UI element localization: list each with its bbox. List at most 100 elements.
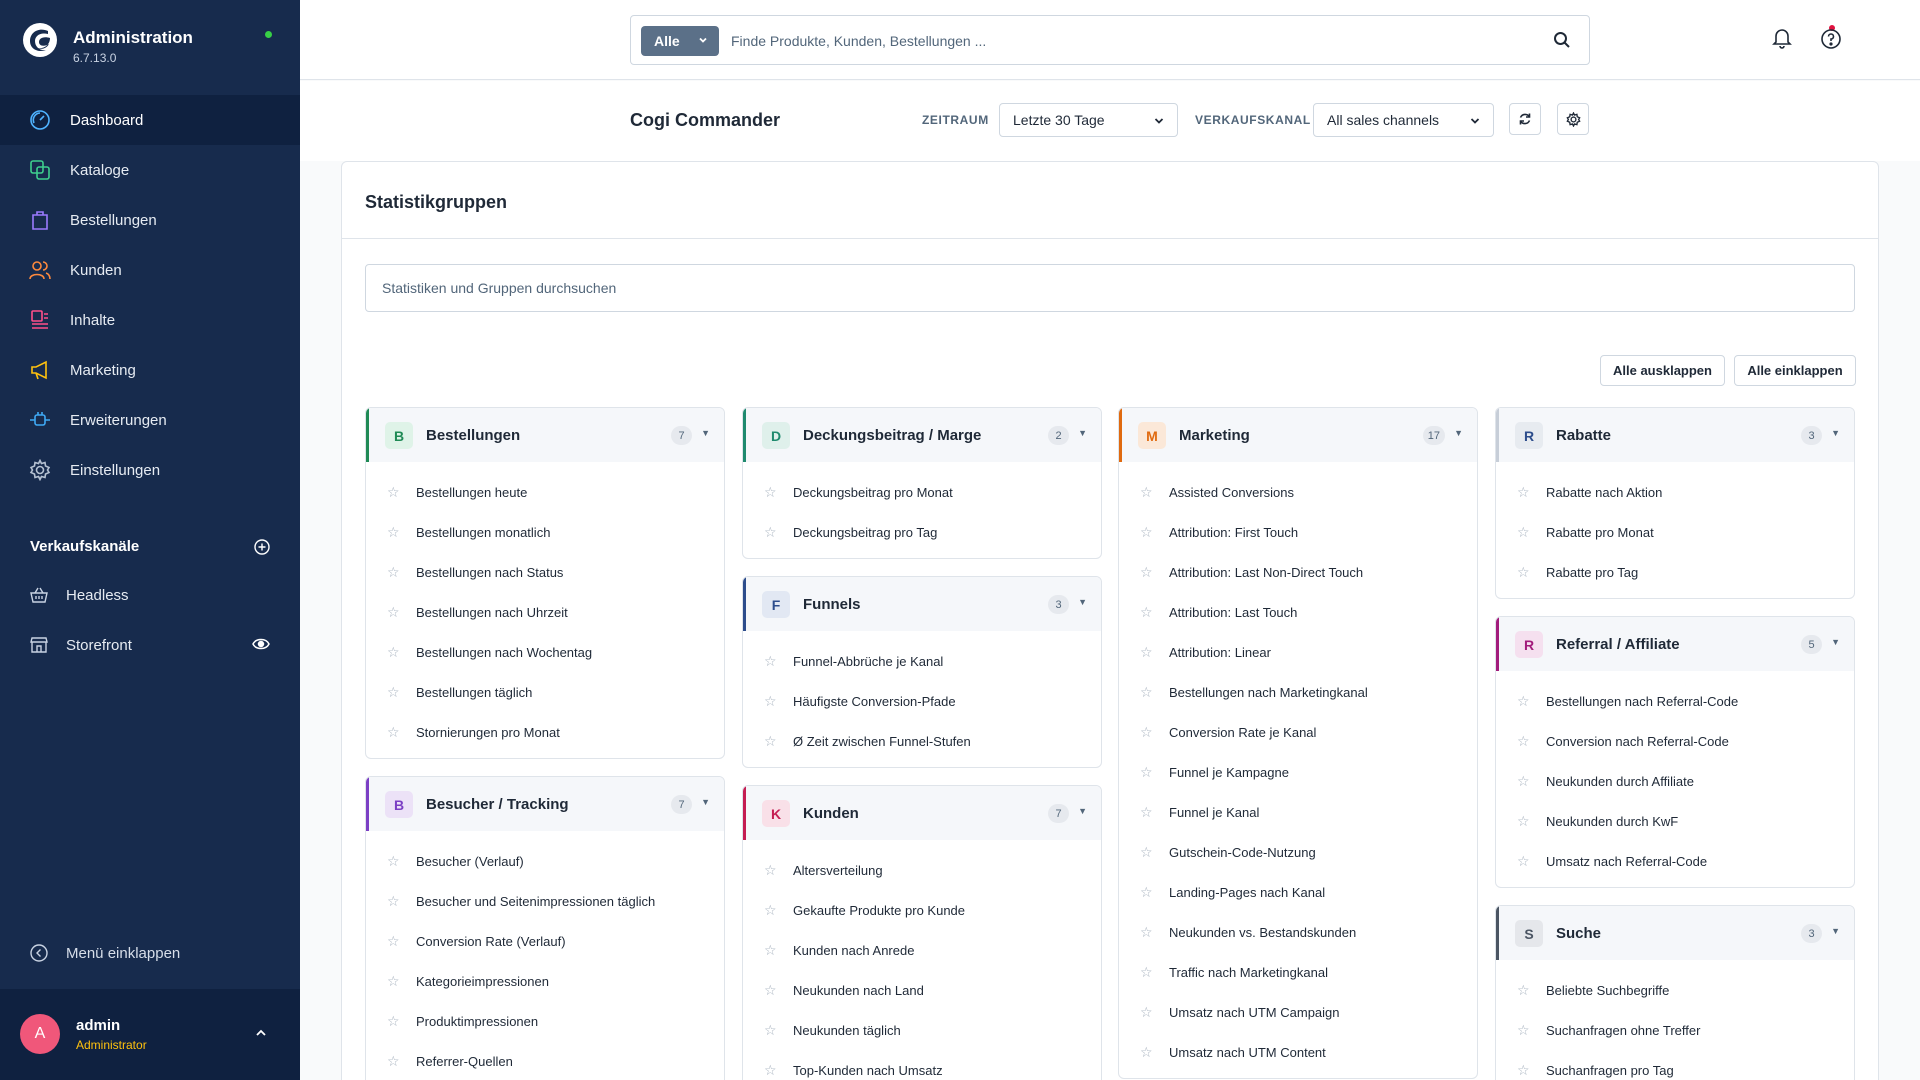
star-icon[interactable]: ☆ xyxy=(1517,693,1531,710)
nav-item-marketing[interactable]: Marketing xyxy=(0,345,300,395)
collapse-menu-button[interactable]: Menü einklappen xyxy=(30,944,180,962)
star-icon[interactable]: ☆ xyxy=(1140,484,1154,501)
statistic-item[interactable]: ☆ Suchanfragen pro Tag xyxy=(1496,1050,1854,1080)
star-icon[interactable]: ☆ xyxy=(1517,524,1531,541)
star-icon[interactable]: ☆ xyxy=(1517,564,1531,581)
statistic-item[interactable]: ☆ Traffic nach Marketingkanal xyxy=(1119,952,1477,992)
statistic-item[interactable]: ☆ Bestellungen monatlich xyxy=(366,512,724,552)
channel-item-headless[interactable]: Headless xyxy=(0,570,300,620)
nav-item-bestellungen[interactable]: Bestellungen xyxy=(0,195,300,245)
star-icon[interactable]: ☆ xyxy=(1140,764,1154,781)
caret-down-icon[interactable]: ▼ xyxy=(1078,428,1087,438)
group-header[interactable]: S Suche 3 ▼ xyxy=(1496,906,1854,960)
star-icon[interactable]: ☆ xyxy=(764,524,778,541)
star-icon[interactable]: ☆ xyxy=(1517,484,1531,501)
star-icon[interactable]: ☆ xyxy=(1140,724,1154,741)
statistic-item[interactable]: ☆ Altersverteilung xyxy=(743,850,1101,890)
star-icon[interactable]: ☆ xyxy=(387,524,401,541)
caret-down-icon[interactable]: ▼ xyxy=(1831,637,1840,647)
statistic-item[interactable]: ☆ Attribution: Last Touch xyxy=(1119,592,1477,632)
statistic-item[interactable]: ☆ Umsatz nach UTM Campaign xyxy=(1119,992,1477,1032)
star-icon[interactable]: ☆ xyxy=(387,893,401,910)
group-header[interactable]: B Besucher / Tracking 7 ▼ xyxy=(366,777,724,831)
statistic-item[interactable]: ☆ Bestellungen heute xyxy=(366,472,724,512)
star-icon[interactable]: ☆ xyxy=(1140,924,1154,941)
caret-down-icon[interactable]: ▼ xyxy=(1078,597,1087,607)
star-icon[interactable]: ☆ xyxy=(387,1053,401,1070)
statistic-item[interactable]: ☆ Conversion Rate je Kanal xyxy=(1119,712,1477,752)
period-select[interactable]: Letzte 30 Tage xyxy=(999,103,1178,137)
star-icon[interactable]: ☆ xyxy=(387,724,401,741)
star-icon[interactable]: ☆ xyxy=(387,973,401,990)
statistic-item[interactable]: ☆ Bestellungen täglich xyxy=(366,672,724,712)
star-icon[interactable]: ☆ xyxy=(1517,813,1531,830)
statistic-item[interactable]: ☆ Suchanfragen ohne Treffer xyxy=(1496,1010,1854,1050)
statistic-item[interactable]: ☆ Umsatz nach Referral-Code xyxy=(1496,841,1854,881)
statistic-item[interactable]: ☆ Landing-Pages nach Kanal xyxy=(1119,872,1477,912)
star-icon[interactable]: ☆ xyxy=(1517,773,1531,790)
group-header[interactable]: K Kunden 7 ▼ xyxy=(743,786,1101,840)
statistic-item[interactable]: ☆ Häufigste Conversion-Pfade xyxy=(743,681,1101,721)
star-icon[interactable]: ☆ xyxy=(1140,604,1154,621)
star-icon[interactable]: ☆ xyxy=(1140,684,1154,701)
star-icon[interactable]: ☆ xyxy=(1140,1004,1154,1021)
user-panel[interactable]: A admin Administrator xyxy=(0,989,300,1080)
group-header[interactable]: R Rabatte 3 ▼ xyxy=(1496,408,1854,462)
statistic-item[interactable]: ☆ Referrer-Quellen xyxy=(366,1041,724,1080)
star-icon[interactable]: ☆ xyxy=(1140,564,1154,581)
star-icon[interactable]: ☆ xyxy=(1140,964,1154,981)
statistic-item[interactable]: ☆ Bestellungen nach Marketingkanal xyxy=(1119,672,1477,712)
statistic-item[interactable]: ☆ Neukunden täglich xyxy=(743,1010,1101,1050)
statistic-item[interactable]: ☆ Rabatte nach Aktion xyxy=(1496,472,1854,512)
group-header[interactable]: M Marketing 17 ▼ xyxy=(1119,408,1477,462)
channel-item-storefront[interactable]: Storefront xyxy=(0,620,300,670)
statistic-item[interactable]: ☆ Umsatz nach UTM Content xyxy=(1119,1032,1477,1072)
statistic-item[interactable]: ☆ Besucher und Seitenimpressionen täglich xyxy=(366,881,724,921)
caret-down-icon[interactable]: ▼ xyxy=(1831,428,1840,438)
collapse-all-button[interactable]: Alle einklappen xyxy=(1734,355,1856,386)
nav-item-einstellungen[interactable]: Einstellungen xyxy=(0,445,300,495)
statistic-item[interactable]: ☆ Funnel-Abbrüche je Kanal xyxy=(743,641,1101,681)
statistic-item[interactable]: ☆ Deckungsbeitrag pro Tag xyxy=(743,512,1101,552)
channel-select[interactable]: All sales channels xyxy=(1313,103,1494,137)
statistic-item[interactable]: ☆ Stornierungen pro Monat xyxy=(366,712,724,752)
statistic-item[interactable]: ☆ Assisted Conversions xyxy=(1119,472,1477,512)
nav-item-dashboard[interactable]: Dashboard xyxy=(0,95,300,145)
statistic-item[interactable]: ☆ Bestellungen nach Wochentag xyxy=(366,632,724,672)
statistics-search-input[interactable] xyxy=(365,264,1855,312)
statistic-item[interactable]: ☆ Attribution: Last Non-Direct Touch xyxy=(1119,552,1477,592)
statistic-item[interactable]: ☆ Bestellungen nach Referral-Code xyxy=(1496,681,1854,721)
statistic-item[interactable]: ☆ Bestellungen nach Status xyxy=(366,552,724,592)
caret-down-icon[interactable]: ▼ xyxy=(1831,926,1840,936)
eye-icon[interactable] xyxy=(252,637,270,651)
star-icon[interactable]: ☆ xyxy=(1140,804,1154,821)
chevron-up-icon[interactable] xyxy=(254,1026,268,1040)
star-icon[interactable]: ☆ xyxy=(1517,1062,1531,1079)
star-icon[interactable]: ☆ xyxy=(1517,853,1531,870)
statistic-item[interactable]: ☆ Neukunden durch KwF xyxy=(1496,801,1854,841)
group-header[interactable]: D Deckungsbeitrag / Marge 2 ▼ xyxy=(743,408,1101,462)
star-icon[interactable]: ☆ xyxy=(1517,1022,1531,1039)
statistic-item[interactable]: ☆ Neukunden durch Affiliate xyxy=(1496,761,1854,801)
group-header[interactable]: R Referral / Affiliate 5 ▼ xyxy=(1496,617,1854,671)
statistic-item[interactable]: ☆ Rabatte pro Tag xyxy=(1496,552,1854,592)
statistic-item[interactable]: ☆ Conversion Rate (Verlauf) xyxy=(366,921,724,961)
statistic-item[interactable]: ☆ Attribution: First Touch xyxy=(1119,512,1477,552)
star-icon[interactable]: ☆ xyxy=(1140,884,1154,901)
caret-down-icon[interactable]: ▼ xyxy=(1078,806,1087,816)
statistic-item[interactable]: ☆ Neukunden nach Land xyxy=(743,970,1101,1010)
star-icon[interactable]: ☆ xyxy=(387,684,401,701)
star-icon[interactable]: ☆ xyxy=(764,942,778,959)
statistic-item[interactable]: ☆ Bestellungen nach Uhrzeit xyxy=(366,592,724,632)
star-icon[interactable]: ☆ xyxy=(387,644,401,661)
star-icon[interactable]: ☆ xyxy=(764,733,778,750)
star-icon[interactable]: ☆ xyxy=(764,982,778,999)
statistic-item[interactable]: ☆ Besucher (Verlauf) xyxy=(366,841,724,881)
star-icon[interactable]: ☆ xyxy=(387,564,401,581)
star-icon[interactable]: ☆ xyxy=(387,853,401,870)
star-icon[interactable]: ☆ xyxy=(764,693,778,710)
statistic-item[interactable]: ☆ Beliebte Suchbegriffe xyxy=(1496,970,1854,1010)
statistic-item[interactable]: ☆ Neukunden vs. Bestandskunden xyxy=(1119,912,1477,952)
statistic-item[interactable]: ☆ Funnel je Kampagne xyxy=(1119,752,1477,792)
shopware-logo-icon[interactable] xyxy=(22,22,58,58)
